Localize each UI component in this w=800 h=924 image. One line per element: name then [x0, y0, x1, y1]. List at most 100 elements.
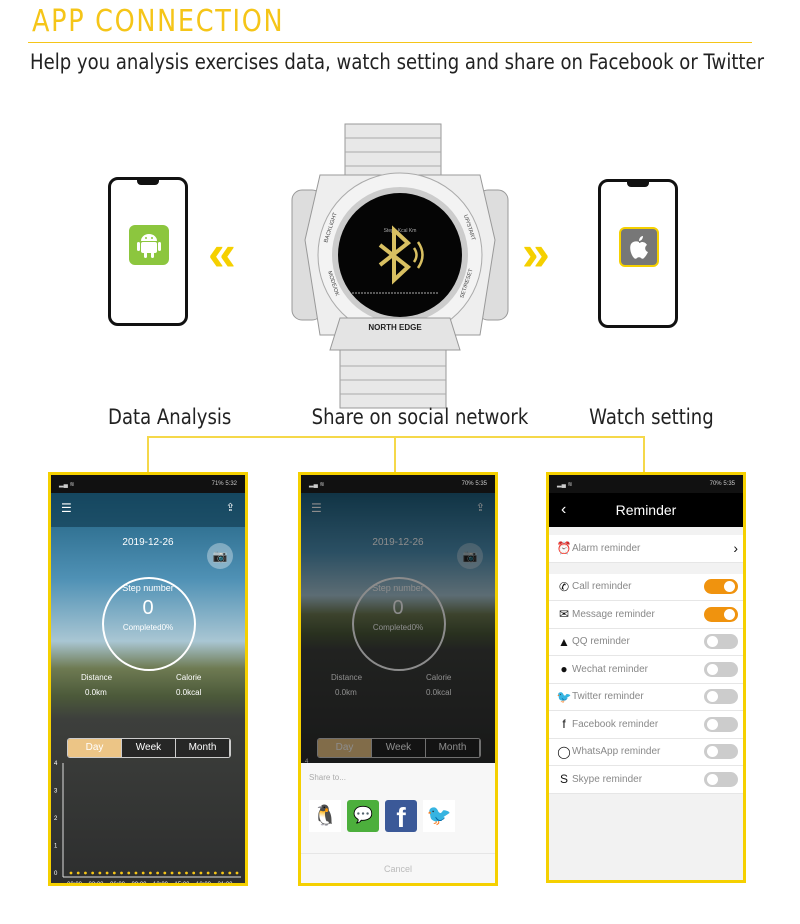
- back-icon[interactable]: ‹: [561, 501, 566, 519]
- step-label: Step number: [122, 583, 174, 593]
- chevrons-right-icon: »: [522, 225, 550, 281]
- tab-week[interactable]: Week: [122, 739, 176, 757]
- data-point: [199, 871, 203, 875]
- period-tabs: Day Week Month: [67, 738, 231, 758]
- android-phone: [108, 177, 188, 326]
- wechat-icon[interactable]: 💬: [347, 800, 379, 832]
- cancel-button[interactable]: Cancel: [301, 853, 495, 883]
- data-point: [112, 871, 116, 875]
- app-header: ‹ Reminder: [549, 493, 743, 527]
- y-tick-label: 4: [54, 761, 58, 767]
- data-point: [141, 871, 145, 875]
- alarm-reminder-row[interactable]: ⏰ Alarm reminder ›: [549, 535, 743, 563]
- reminder-toggle[interactable]: [704, 606, 738, 622]
- y-tick-label: 0: [54, 871, 58, 877]
- reminder-toggle[interactable]: [704, 744, 738, 760]
- reminder-screen: ▂▄ ≋ 70% 5:35 ‹ Reminder ⏰ Alarm reminder ›…: [546, 472, 746, 883]
- reminder-toggle[interactable]: [704, 661, 738, 677]
- data-point: [221, 871, 224, 875]
- distance-value: 0.0km: [85, 688, 107, 697]
- reminder-toggle[interactable]: [704, 689, 738, 705]
- steps-chart: 0 1 2 3 4 00:00 03:00 06:00 09:00 12:00 15:00 18:00…: [54, 761, 241, 886]
- reminder-row: ✉ Message reminder: [549, 601, 743, 629]
- data-point: [69, 871, 73, 875]
- alarm-clock-icon: ⏰: [556, 541, 572, 556]
- reminder-row: ▲ QQ reminder: [549, 628, 743, 656]
- x-tick-label: 15:00: [175, 882, 191, 886]
- data-point: [206, 871, 210, 875]
- data-point: [213, 871, 217, 875]
- facebook-icon: f: [562, 717, 566, 732]
- status-bar: ▂▄ ≋ 70% 5:35: [301, 475, 495, 493]
- connector-line: [394, 436, 396, 473]
- data-analysis-screen: ▂▄ ≋ 71% 5:32 ☰ ⇪ 2019-12-26 📷 Step numbe…: [48, 472, 248, 886]
- y-tick-label: 1: [54, 844, 58, 850]
- qq-icon: ▲: [558, 634, 570, 649]
- tab-day[interactable]: Day: [68, 739, 122, 757]
- share-screen: ▂▄ ≋ 70% 5:35 ☰ ⇪ 2019-12-26 📷 Step numbe…: [298, 472, 498, 886]
- status-bar: ▂▄ ≋ 70% 5:35: [549, 475, 743, 493]
- data-point: [235, 871, 239, 875]
- share-to-label: Share to...: [309, 773, 346, 782]
- calorie-value: 0.0kcal: [176, 688, 202, 697]
- data-point: [228, 871, 232, 875]
- data-point: [76, 871, 80, 875]
- apple-icon: [619, 227, 659, 267]
- data-point: [91, 871, 95, 875]
- data-point: [98, 871, 102, 875]
- data-point: [120, 871, 123, 875]
- phone-icon: ✆: [558, 579, 570, 594]
- watch-brand: NORTH EDGE: [368, 323, 422, 332]
- reminder-toggle[interactable]: [704, 634, 738, 650]
- subtitle: Help you analysis exercises data, watch …: [30, 50, 765, 74]
- connector-line: [148, 436, 645, 438]
- reminder-toggle[interactable]: [704, 579, 738, 595]
- data-point: [134, 871, 138, 875]
- step-count: 0: [142, 597, 154, 619]
- x-tick-label: 18:00: [196, 882, 212, 886]
- header-title: Reminder: [615, 502, 677, 518]
- skype-icon: S: [559, 772, 568, 787]
- reminder-toggle[interactable]: [704, 771, 738, 787]
- reminder-row: ✆ Call reminder: [549, 573, 743, 601]
- x-tick-label: 12:00: [153, 882, 169, 886]
- y-tick-label: 2: [54, 816, 58, 822]
- wechat-icon: ●: [560, 662, 568, 677]
- chevrons-left-icon: «: [208, 225, 236, 281]
- twitter-icon[interactable]: 🐦: [423, 800, 455, 832]
- reminder-label: Twitter reminder: [572, 691, 644, 703]
- data-point: [170, 871, 174, 875]
- x-tick-label: 21:00: [218, 882, 234, 886]
- reminder-row: 🐦 Twitter reminder: [549, 683, 743, 711]
- facebook-icon[interactable]: f: [385, 800, 417, 833]
- data-point: [177, 871, 181, 875]
- reminder-toggle[interactable]: [704, 716, 738, 732]
- label-watch-setting: Watch setting: [589, 405, 714, 429]
- chevron-right-icon: ›: [733, 540, 738, 557]
- share-sheet: Share to... 🐧 💬 f 🐦 Cancel: [301, 763, 495, 883]
- data-point: [148, 871, 152, 875]
- data-point: [192, 871, 196, 875]
- reminder-label: Facebook reminder: [572, 718, 659, 730]
- reminder-label: WhatsApp reminder: [572, 746, 661, 758]
- data-point: [156, 871, 160, 875]
- x-tick-label: 00:00: [67, 882, 83, 886]
- completed-label: Completed0%: [122, 623, 174, 632]
- connector-line: [147, 436, 149, 473]
- reminder-row: ◯ WhatsApp reminder: [549, 738, 743, 766]
- x-tick-label: 03:00: [89, 882, 105, 886]
- tab-month[interactable]: Month: [176, 739, 230, 757]
- calorie-label: Calorie: [176, 673, 202, 682]
- reminder-row: f Facebook reminder: [549, 711, 743, 739]
- data-point: [127, 871, 131, 875]
- reminder-label: QQ reminder: [572, 636, 630, 648]
- menu-icon[interactable]: ☰: [61, 501, 72, 515]
- reminder-label: Skype reminder: [572, 773, 643, 785]
- data-point: [84, 871, 87, 875]
- camera-icon[interactable]: 📷: [207, 543, 233, 569]
- android-icon: [129, 225, 169, 265]
- data-point: [105, 871, 109, 875]
- qq-icon[interactable]: 🐧: [309, 800, 341, 832]
- share-icon[interactable]: ⇪: [226, 501, 235, 514]
- whatsapp-icon: ◯: [557, 744, 571, 759]
